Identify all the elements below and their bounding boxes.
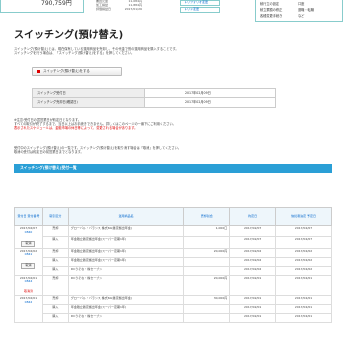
application-date-cell: 2017/02/07 0840 取消 [14,225,43,249]
col-kind: 取引区分 [41,207,69,226]
product-name-cell: DCりそな・株セーブン [67,313,185,324]
application-date-cell: 2017/02/02 0841 取消 [14,247,43,276]
product-name-cell: 年金積立確定拠出年金(スーパー定期1年) [67,247,185,258]
schedule-row: スイッチング売却日(確認日) 2017年02月09日 [33,98,275,107]
change-link[interactable]: トリド変更 [180,7,220,13]
product-name-cell: グローバル・バランス 株式60(確定拠出年金) [67,295,185,306]
table-row: 2017/02/01 0844 取消済 売却 DCりそな・株セーブン 20,000円 201… [14,274,332,297]
trade-kind-cell: 売却 [41,224,69,238]
cancel-button[interactable]: 取消 [21,240,36,247]
ratio-cell [183,265,231,276]
table-header-row: 受付日 受付番号 取引区分 運用商品名 売却割合 約定日 信託者決定 予定日 [14,207,332,226]
total-assets-value: 790,759円 [41,0,72,7]
ratio-cell: 1,000口 [183,224,231,238]
settle-date-cell: 2017/02/02 [275,256,332,267]
table-row: 2017/02/07 0840 取消 売却 グローバル・バランス 株式60(確定拠出年金… [14,224,332,249]
product-name-cell: 年金積立確定拠出年金(スーパー定期1年) [67,236,185,249]
col-trade-date: 約定日 [229,207,277,226]
trade-kind-cell: 売却 [41,274,69,297]
applications-table: 受付日 受付番号 取引区分 運用商品名 売却割合 約定日 信託者決定 予定日 2… [14,207,332,324]
trade-kind-cell: 購入 [41,313,69,324]
trade-kind-cell: 購入 [41,256,69,267]
table-row: 2017/02/01 0842 売却 グローバル・バランス 株式60(確定拠出年金) 3… [14,295,332,324]
application-number-link[interactable]: 0841 [17,253,40,257]
notes-list: 受付中のスイッチング(預け替え)の一覧です。スイッチング(預け替え)を取り消す場… [14,146,182,155]
application-date-cell: 2017/02/01 0842 [14,295,43,324]
application-number-link[interactable]: 0840 [17,230,40,235]
cancelled-label: 取消済 [23,289,33,294]
table-row: 購入 DCりそな・株セーブン 2017/02/02 2017/02/02 [15,265,332,276]
application-number-link[interactable]: 0842 [17,300,40,305]
ratio-cell [183,256,231,267]
product-name-cell: グローバル・バランス 株式60(確定拠出年金) [67,224,185,238]
menu-item[interactable]: 退職・転職 [298,8,314,13]
trade-kind-cell: 購入 [41,304,69,315]
settle-date-cell: 2017/02/02 [275,247,332,258]
trade-kind-cell: 購入 [41,265,69,276]
total-assets-box: 790,759円 [0,0,84,13]
table-row: 2017/02/02 0841 取消 売却 年金積立確定拠出年金(スーパー定期1年) 20… [14,247,332,276]
schedule-row: スイッチング受付日 2017年02月09日 [33,89,275,98]
table-row: 購入 年金積立確定拠出年金(スーパー定期1年) 2017/02/01 2017/02/… [15,304,332,315]
menu-item[interactable]: など [298,14,304,19]
table-row: 購入 DCりそな・株セーブン 2017/02/01 2017/02/01 [15,313,332,324]
ratio-cell: 20,000円 [183,274,231,297]
quick-links: トリフォリオ変更 トリド変更 [180,0,220,14]
notes: ※注意:受付日の翌営業日が約定日となります。 すべての取引が終了するまで、当日以… [14,118,176,131]
trade-date-cell: 2017/02/02 [229,247,277,258]
intro-text: スイッチング(預け替え)とは、現在保有している運用商品を売却し、その代金で別の運… [14,47,179,56]
trade-date-cell: 2017/02/07 [229,224,277,238]
portfolio-change-link[interactable]: トリフォリオ変更 [180,0,220,6]
trade-date-cell: 2017/02/02 [229,265,277,276]
product-name-cell: 年金積立確定拠出年金(スーパー定期1年) [67,304,185,315]
col-product: 運用商品名 [67,207,185,226]
col-ratio: 売却割合 [183,207,231,226]
trade-date-cell: 2017/02/02 [229,256,277,267]
ratio-cell: 30,000円 [183,295,231,306]
col-date: 受付日 受付番号 [14,207,43,226]
menu-item[interactable]: 積行立の設定 [260,2,279,7]
section-header: スイッチング(預け替え)受付一覧 [14,164,332,173]
trade-date-cell: 2017/02/01 [229,313,277,324]
application-number-link[interactable]: 0844 [17,280,40,284]
menu-item[interactable]: 積立累額の修正 [260,8,282,13]
settle-date-cell: 2017/02/01 [275,313,332,324]
product-name-cell: DCりそな・株セーブン [67,265,185,276]
table-row: 購入 年金積立確定拠出年金(スーパー定期1年) 2017/02/02 2017/02/… [15,256,332,267]
procedures-menu: 積行立の設定 積立累額の修正 各種変更手続き 口座 退職・転職 など [255,0,343,22]
trade-date-cell: 2017/02/01 [229,304,277,315]
account-summary: 790,759円 書賞元金 11,084円 加工損益 11,884円 評価損益日 20… [0,0,345,22]
table-row: 購入 年金積立確定拠出年金(スーパー定期1年) 2017/02/07 2017/02/… [15,236,332,249]
settle-date-cell: 2017/02/01 [275,295,332,306]
menu-item[interactable]: 口座 [298,2,304,7]
cancel-button[interactable]: 取消 [21,263,36,270]
settle-date-cell: 2017/02/02 [275,265,332,276]
settle-date-cell: 2017/02/07 [275,236,332,249]
page-title: スイッチング(預け替え) [14,30,124,41]
menu-item[interactable]: 各種変更手続き [260,14,282,19]
col-settle-date: 信託者決定 予定日 [275,207,332,226]
schedule-table: スイッチング受付日 2017年02月09日 スイッチング売却日(確認日) 201… [32,88,276,108]
trade-kind-cell: 購入 [41,236,69,249]
start-switching-button[interactable]: スイッチング(預け替え)をする [32,67,122,76]
ratio-cell [183,304,231,315]
stats-list: 書賞元金 11,084円 加工損益 11,884円 評価損益日 2017/01/26 [86,0,174,12]
trade-kind-cell: 売却 [41,247,69,258]
application-date-cell: 2017/02/01 0844 取消済 [14,274,43,297]
settle-date-cell: 2017/02/01 [275,304,332,315]
settle-date-cell: 2017/02/01 [275,274,332,297]
trade-date-cell: 2017/02/01 [229,274,277,297]
product-name-cell: 年金積立確定拠出年金(スーパー定期1年) [67,256,185,267]
ratio-cell: 20,000円 [183,247,231,258]
trade-kind-cell: 売却 [41,295,69,306]
settle-date-cell: 2017/02/07 [275,224,332,238]
ratio-cell [183,313,231,324]
product-name-cell: DCりそな・株セーブン [67,274,185,297]
stats-row: 評価損益日 2017/01/26 [96,7,142,11]
ratio-cell [183,236,231,249]
trade-date-cell: 2017/02/01 [229,295,277,306]
trade-date-cell: 2017/02/07 [229,236,277,249]
square-icon [37,70,40,73]
